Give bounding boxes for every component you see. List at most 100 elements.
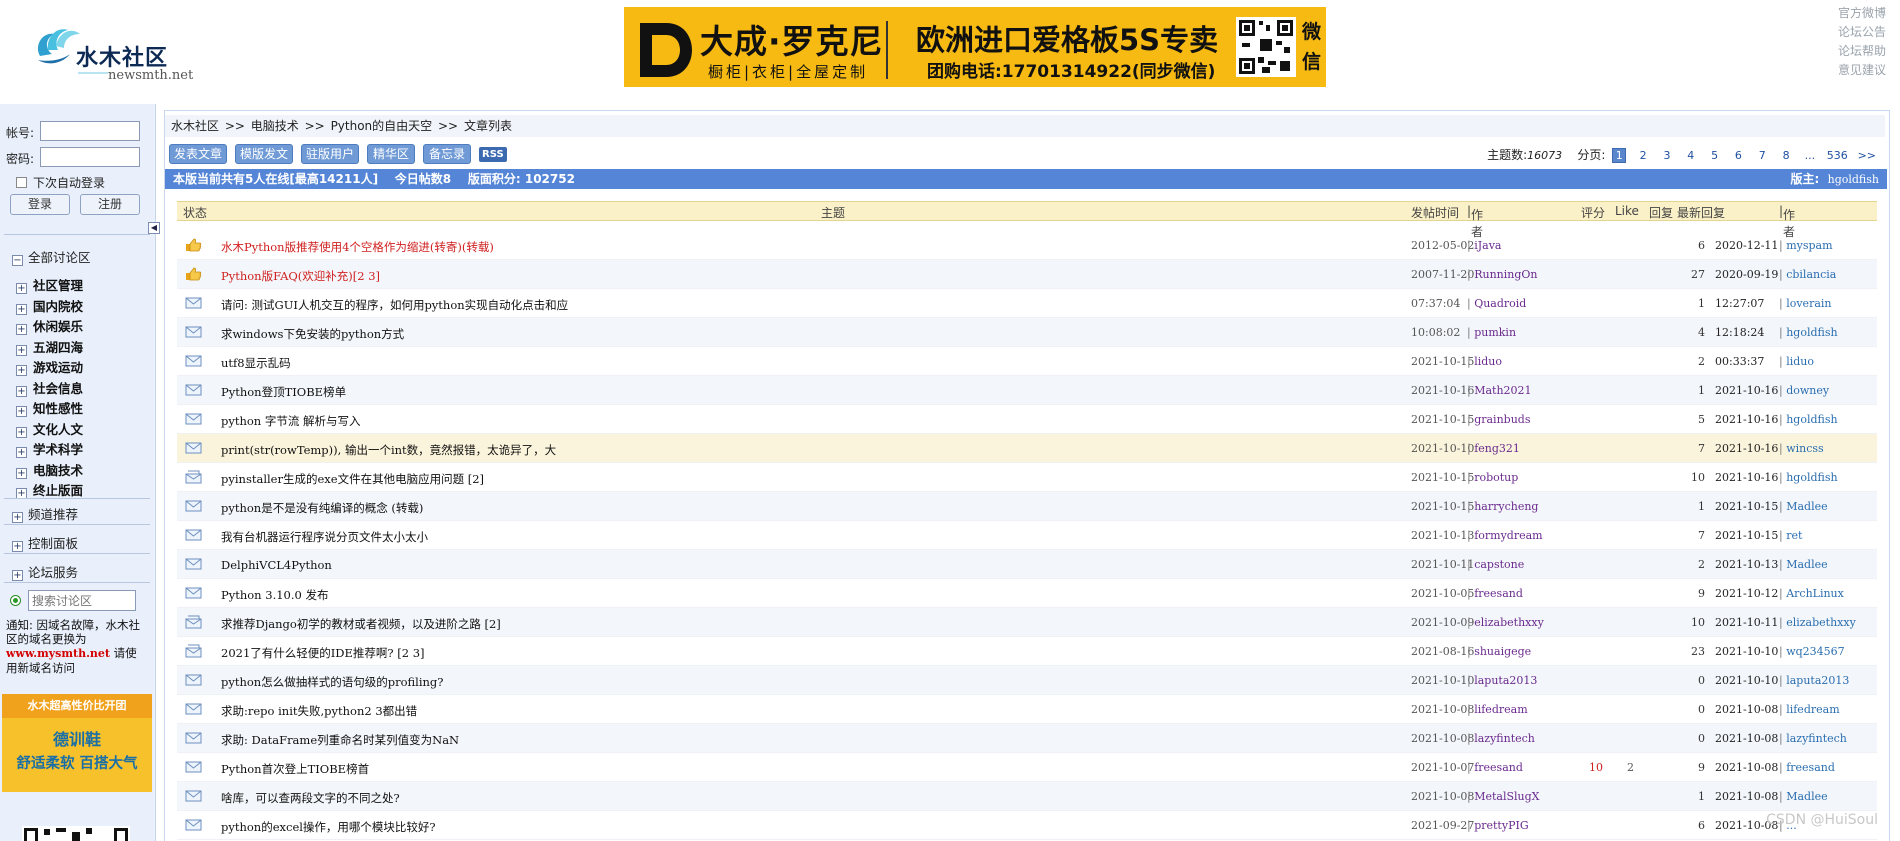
tree-channels[interactable]: + 频道推荐 — [12, 504, 78, 523]
article-title-link[interactable]: 我有台机器运行程序说分页文件太小太小 — [221, 529, 428, 545]
account-input[interactable] — [40, 121, 140, 141]
last-author-link[interactable]: Madlee — [1779, 500, 1827, 513]
page-link[interactable]: 7 — [1755, 149, 1769, 162]
last-author-link[interactable]: wq234567 — [1779, 645, 1844, 658]
plus-icon[interactable]: + — [16, 406, 27, 417]
search-radio-icon[interactable] — [10, 595, 21, 606]
author-link[interactable]: iJava — [1467, 239, 1501, 252]
last-author-link[interactable]: hgoldfish — [1779, 471, 1837, 484]
last-reply-time[interactable]: 00:33:37 — [1715, 355, 1764, 368]
author-link[interactable]: freesand — [1467, 761, 1523, 774]
template-post-button[interactable]: 模版发文 — [235, 144, 293, 164]
author-link[interactable]: laputa2013 — [1467, 674, 1537, 687]
tree-item-academic[interactable]: + 学术科学 — [16, 439, 83, 458]
next-page-icon[interactable]: >> — [1858, 149, 1876, 162]
article-title-link[interactable]: 求助:repo init失败,python2 3都出错 — [221, 703, 417, 719]
breadcrumb-category[interactable]: 电脑技术 — [251, 119, 299, 133]
page-link[interactable]: 2 — [1636, 149, 1650, 162]
page-link[interactable]: 8 — [1779, 149, 1793, 162]
last-author-link[interactable]: lazyfintech — [1779, 732, 1847, 745]
last-reply-time[interactable]: 2021-10-10 — [1715, 645, 1778, 658]
author-link[interactable]: prettyPIG — [1467, 819, 1528, 832]
author-link[interactable]: formydream — [1467, 529, 1542, 542]
plus-icon[interactable]: + — [16, 447, 27, 458]
last-reply-time[interactable]: 2021-10-12 — [1715, 587, 1778, 600]
memo-button[interactable]: 备忘录 — [423, 144, 471, 164]
page-link[interactable]: 4 — [1684, 149, 1698, 162]
article-title-link[interactable]: 请问: 测试GUI人机交互的程序，如何用python实现自动化点击和应 — [221, 297, 568, 313]
article-title-link[interactable]: python的excel操作，用哪个模块比较好? — [221, 819, 436, 835]
last-author-link[interactable]: liduo — [1779, 355, 1814, 368]
last-author-link[interactable]: ret — [1779, 529, 1802, 542]
breadcrumb-board[interactable]: Python的自由天空 — [331, 119, 433, 133]
article-title-link[interactable]: 水木Python版推荐使用4个空格作为缩进(转寄)(转载) — [221, 239, 494, 255]
author-link[interactable]: Quadroid — [1467, 297, 1526, 310]
last-author-link[interactable]: downey — [1779, 384, 1829, 397]
author-link[interactable]: capstone — [1467, 558, 1524, 571]
author-link[interactable]: RunningOn — [1467, 268, 1537, 281]
last-reply-time[interactable]: 2021-10-10 — [1715, 674, 1778, 687]
top-link-help[interactable]: 论坛帮助 — [1838, 42, 1886, 61]
plus-icon[interactable]: + — [12, 512, 23, 523]
article-title-link[interactable]: Python版FAQ(欢迎补充)[2 3] — [221, 268, 380, 284]
author-link[interactable]: feng321 — [1467, 442, 1520, 455]
plus-icon[interactable]: + — [16, 365, 27, 376]
register-button[interactable]: 注册 — [80, 194, 140, 215]
plus-icon[interactable]: + — [16, 426, 27, 438]
tree-control-panel[interactable]: + 控制面板 — [12, 533, 78, 552]
tree-all-boards[interactable]: − 全部讨论区 — [12, 247, 91, 266]
author-link[interactable]: lazyfintech — [1467, 732, 1535, 745]
page-link[interactable]: 3 — [1660, 149, 1674, 162]
article-title-link[interactable]: utf8显示乱码 — [221, 355, 291, 371]
password-input[interactable] — [40, 147, 140, 167]
last-author-link[interactable]: myspam — [1779, 239, 1832, 252]
author-link[interactable]: MetalSlugX — [1467, 790, 1539, 803]
minus-icon[interactable]: − — [12, 255, 23, 266]
author-link[interactable]: freesand — [1467, 587, 1523, 600]
tree-forum-services[interactable]: + 论坛服务 — [12, 562, 78, 581]
page-link[interactable]: 5 — [1708, 149, 1722, 162]
plus-icon[interactable]: + — [16, 283, 27, 294]
collapse-sidebar-icon[interactable]: ◀ — [148, 222, 160, 234]
plus-icon[interactable]: + — [12, 570, 23, 581]
last-reply-time[interactable]: 2021-10-08 — [1715, 761, 1778, 774]
last-reply-time[interactable]: 2021-10-16 — [1715, 442, 1778, 455]
tree-item-schools[interactable]: + 国内院校 — [16, 296, 83, 315]
tree-item-leisure[interactable]: + 休闲娱乐 — [16, 316, 83, 335]
article-title-link[interactable]: 啥库，可以查两段文字的不同之处? — [221, 790, 400, 806]
rss-button[interactable]: RSS — [479, 147, 507, 162]
board-search-input[interactable] — [28, 590, 136, 611]
plus-icon[interactable]: + — [16, 385, 27, 397]
digest-button[interactable]: 精华区 — [367, 144, 415, 164]
last-author-link[interactable]: loverain — [1779, 297, 1831, 310]
last-author-link[interactable]: ArchLinux — [1779, 587, 1844, 600]
site-logo[interactable]: 水木社区 newsmth.net — [30, 16, 193, 86]
author-link[interactable]: Math2021 — [1467, 384, 1531, 397]
article-title-link[interactable]: python 字节流 解析与写入 — [221, 413, 361, 429]
remember-checkbox[interactable] — [16, 177, 27, 188]
article-title-link[interactable]: 求windows下免安装的python方式 — [221, 326, 404, 342]
article-title-link[interactable]: Python登顶TIOBE榜单 — [221, 384, 346, 400]
plus-icon[interactable]: + — [16, 467, 27, 479]
article-title-link[interactable]: 求助: DataFrame列重命名时某列值变为NaN — [221, 732, 459, 748]
author-link[interactable]: robotup — [1467, 471, 1518, 484]
article-title-link[interactable]: python是不是没有纯编译的概念 (转载) — [221, 500, 423, 516]
author-link[interactable]: elizabethxxy — [1467, 616, 1544, 629]
breadcrumb-home[interactable]: 水木社区 — [171, 119, 219, 133]
plus-icon[interactable]: + — [16, 324, 27, 335]
page-link-last[interactable]: 536 — [1827, 149, 1848, 162]
top-link-weibo[interactable]: 官方微博 — [1838, 4, 1886, 23]
plus-icon[interactable]: + — [16, 344, 27, 356]
last-reply-time[interactable]: 2020-12-11 — [1715, 239, 1778, 252]
last-reply-time[interactable]: 2021-10-16 — [1715, 413, 1778, 426]
page-link-current[interactable]: 1 — [1612, 148, 1627, 163]
last-reply-time[interactable]: 2021-10-08 — [1715, 703, 1778, 716]
plus-icon[interactable]: + — [16, 303, 27, 315]
author-link[interactable]: liduo — [1467, 355, 1502, 368]
last-author-link[interactable]: Madlee — [1779, 790, 1827, 803]
last-author-link[interactable]: cbilancia — [1779, 268, 1836, 281]
last-author-link[interactable]: Madlee — [1779, 558, 1827, 571]
post-article-button[interactable]: 发表文章 — [169, 144, 227, 164]
plus-icon[interactable]: + — [12, 541, 23, 552]
last-author-link[interactable]: hgoldfish — [1779, 413, 1837, 426]
